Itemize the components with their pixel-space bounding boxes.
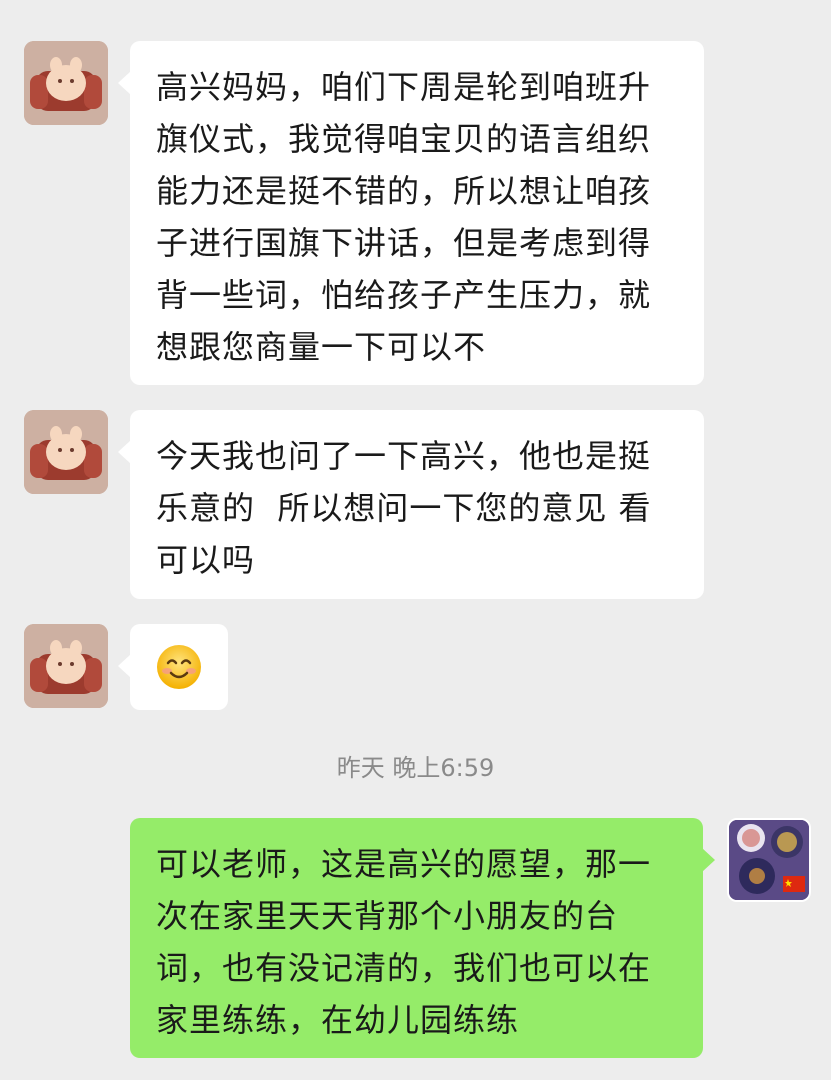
bubble-tail xyxy=(702,848,715,872)
contact-avatar[interactable] xyxy=(24,41,108,125)
message-bubble-incoming[interactable]: 高兴妈妈，咱们下周是轮到咱班升旗仪式，我觉得咱宝贝的语言组织能力还是挺不错的，所… xyxy=(118,41,704,385)
message-text: 可以老师，这是高兴的愿望，那一次在家里天天背那个小朋友的台词，也有没记清的，我们… xyxy=(156,845,652,1039)
message-text: 高兴妈妈，咱们下周是轮到咱班升旗仪式，我觉得咱宝贝的语言组织能力还是挺不错的，所… xyxy=(156,68,652,366)
plates-avatar-icon xyxy=(729,820,809,900)
my-avatar[interactable] xyxy=(727,818,811,902)
sofa-avatar-icon xyxy=(24,624,108,708)
message-bubble-incoming[interactable]: 今天我也问了一下高兴，他也是挺乐意的 所以想问一下您的意见 看可以吗 xyxy=(118,410,704,599)
contact-avatar[interactable] xyxy=(24,624,108,708)
message-text: 今天我也问了一下高兴，他也是挺乐意的 所以想问一下您的意见 看可以吗 xyxy=(156,437,652,579)
smile-emoji-icon xyxy=(157,645,201,689)
message-bubble-incoming[interactable] xyxy=(118,624,228,710)
contact-avatar[interactable] xyxy=(24,410,108,494)
message-timestamp: 昨天 晚上6:59 xyxy=(336,754,495,782)
bubble-tail xyxy=(118,654,131,678)
sofa-avatar-icon xyxy=(24,41,108,125)
bubble-tail xyxy=(118,71,131,95)
bubble-tail xyxy=(118,440,131,464)
message-bubble-outgoing[interactable]: 可以老师，这是高兴的愿望，那一次在家里天天背那个小朋友的台词，也有没记清的，我们… xyxy=(130,818,715,1058)
sofa-avatar-icon xyxy=(24,410,108,494)
